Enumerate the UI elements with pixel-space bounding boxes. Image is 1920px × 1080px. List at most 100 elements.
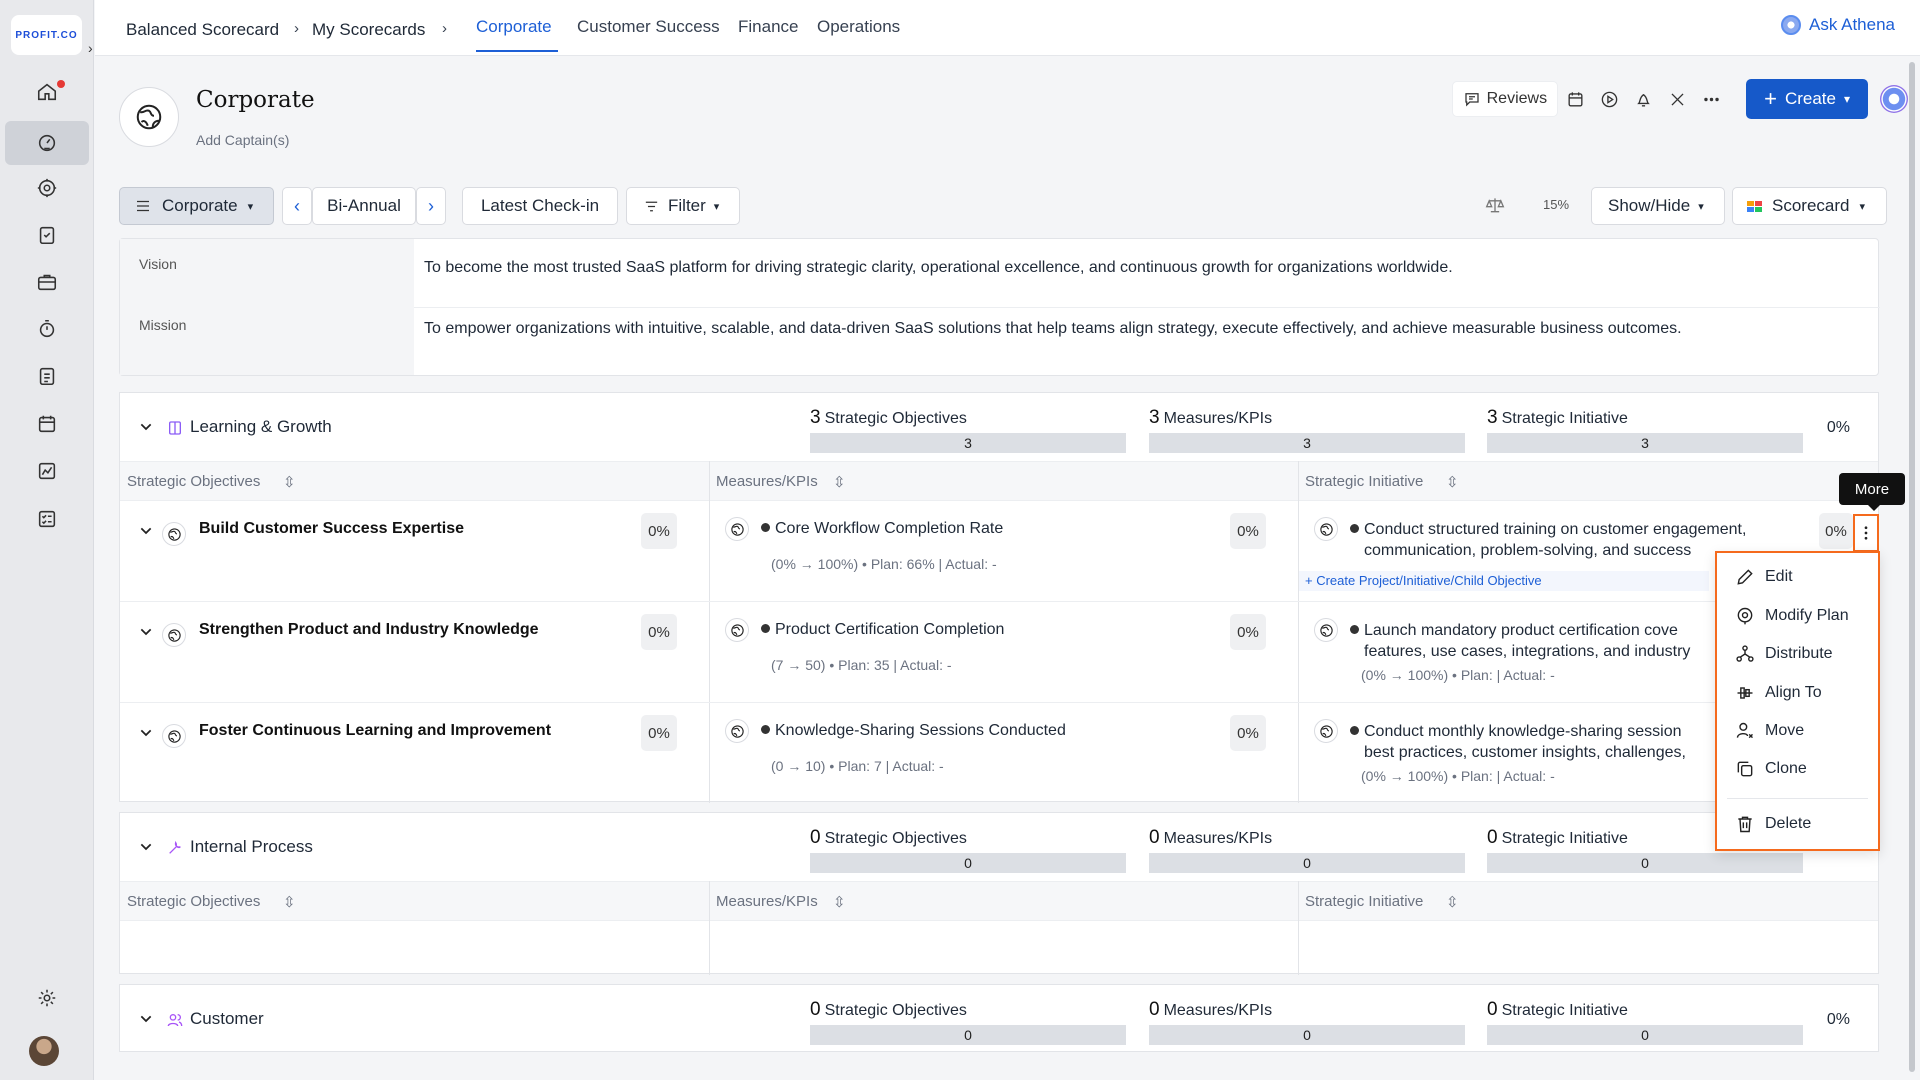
calendar-nav[interactable]	[5, 402, 89, 446]
status-dot	[761, 523, 770, 532]
row-more-button[interactable]	[1853, 514, 1879, 552]
kpi-title[interactable]: Product Certification Completion	[761, 621, 1004, 639]
chevron-down-icon[interactable]	[138, 1011, 154, 1027]
tab-finance[interactable]: Finance	[738, 17, 798, 37]
top-nav: Balanced Scorecard › My Scorecards › Cor…	[95, 0, 1920, 56]
mission-label: Mission	[139, 317, 187, 333]
initiative-title-line2: best practices, customer insights, chall…	[1364, 744, 1686, 761]
create-project-link[interactable]: + Create Project/Initiative/Child Object…	[1299, 571, 1709, 591]
analytics-nav[interactable]	[5, 449, 89, 493]
chevron-down-icon: ▾	[247, 200, 254, 213]
athena-assistant-icon[interactable]	[1880, 85, 1908, 113]
filter-button[interactable]: Filter ▾	[626, 187, 740, 225]
mission-text[interactable]: To empower organizations with intuitive,…	[424, 320, 1682, 338]
objective-title[interactable]: Foster Continuous Learning and Improveme…	[199, 722, 551, 740]
col-kpis[interactable]: Measures/KPIs	[716, 893, 818, 910]
breadcrumb-balanced-scorecard[interactable]: Balanced Scorecard	[126, 20, 279, 40]
show-hide-button[interactable]: Show/Hide ▾	[1591, 187, 1725, 225]
chevron-down-icon[interactable]	[138, 419, 154, 435]
scorecard-nav[interactable]	[5, 121, 89, 165]
kpis-stat: 0 Measures/KPIs 0	[1149, 827, 1465, 873]
menu-item-align-to[interactable]: Align To	[1735, 681, 1822, 705]
sort-icon[interactable]: ⇳	[283, 893, 296, 911]
tab-operations[interactable]: Operations	[817, 17, 900, 37]
reviews-button[interactable]: Reviews	[1451, 81, 1559, 117]
breadcrumb-my-scorecards[interactable]: My Scorecards	[312, 20, 425, 40]
latest-checkin-button[interactable]: Latest Check-in	[462, 187, 618, 225]
checklist-nav[interactable]	[5, 497, 89, 541]
col-kpis[interactable]: Measures/KPIs	[716, 473, 818, 490]
sort-icon[interactable]: ⇳	[833, 893, 846, 911]
col-objectives[interactable]: Strategic Objectives	[127, 893, 260, 910]
vertical-scrollbar[interactable]	[1909, 62, 1915, 1072]
objectives-count: 0	[810, 827, 821, 848]
menu-item-clone[interactable]: Clone	[1735, 757, 1807, 781]
chevron-down-icon[interactable]	[138, 624, 154, 640]
ask-athena-button[interactable]: Ask Athena	[1780, 15, 1895, 35]
kpi-plan-info: (0 → 10) • Plan: 7 | Actual: -	[771, 758, 944, 774]
perspective-name[interactable]: Customer	[190, 1009, 264, 1029]
initiative-title-line2: features, use cases, integrations, and i…	[1364, 643, 1691, 660]
reports-nav[interactable]	[5, 354, 89, 398]
add-captains-link[interactable]: Add Captain(s)	[196, 132, 289, 148]
kpi-title[interactable]: Core Workflow Completion Rate	[761, 520, 1003, 538]
menu-icon	[137, 200, 149, 212]
period-label: Bi-Annual	[327, 196, 401, 215]
prev-period-button[interactable]: ‹	[282, 187, 312, 225]
kpis-count: 0	[1149, 999, 1160, 1020]
period-selector[interactable]: Bi-Annual	[312, 187, 416, 225]
tab-corporate[interactable]: Corporate	[476, 17, 552, 37]
chevron-down-icon[interactable]	[138, 839, 154, 855]
perspective-name[interactable]: Internal Process	[190, 837, 313, 857]
sort-icon[interactable]: ⇳	[283, 473, 296, 491]
scorecard-globe-avatar[interactable]	[119, 87, 179, 147]
calendar-button[interactable]	[1558, 81, 1592, 117]
calendar-icon	[1568, 91, 1583, 107]
view-selector[interactable]: Scorecard ▾	[1732, 187, 1887, 225]
initiative-title[interactable]: Launch mandatory product certification c…	[1350, 620, 1714, 641]
menu-item-modify-plan[interactable]: Modify Plan	[1735, 604, 1849, 628]
menu-item-move[interactable]: Move	[1735, 719, 1804, 743]
menu-item-edit[interactable]: Edit	[1735, 565, 1793, 589]
notify-button[interactable]	[1626, 81, 1660, 117]
weightage-button[interactable]	[1485, 195, 1505, 220]
collapse-button[interactable]	[1660, 81, 1694, 117]
objective-title[interactable]: Strengthen Product and Industry Knowledg…	[199, 621, 539, 639]
play-button[interactable]	[1592, 81, 1626, 117]
next-period-button[interactable]: ›	[416, 187, 446, 225]
create-button[interactable]: + Create ▾	[1746, 79, 1868, 119]
settings-nav[interactable]	[5, 976, 89, 1020]
col-objectives[interactable]: Strategic Objectives	[127, 473, 260, 490]
objective-title[interactable]: Build Customer Success Expertise	[199, 520, 464, 538]
projects-nav[interactable]	[5, 260, 89, 304]
initiative-title[interactable]: Conduct monthly knowledge-sharing sessio…	[1350, 721, 1714, 742]
scorecard-selector[interactable]: Corporate ▾	[119, 187, 274, 225]
kebab-icon	[1864, 526, 1868, 540]
home-nav[interactable]	[5, 70, 89, 114]
distribute-icon	[1736, 645, 1754, 662]
perspective-name[interactable]: Learning & Growth	[190, 417, 332, 437]
sort-icon[interactable]: ⇳	[1446, 473, 1459, 491]
menu-item-distribute[interactable]: Distribute	[1735, 642, 1833, 666]
tab-customer-success[interactable]: Customer Success	[577, 17, 720, 37]
kpi-title[interactable]: Knowledge-Sharing Sessions Conducted	[761, 722, 1066, 740]
timer-nav[interactable]	[5, 307, 89, 351]
status-dot	[761, 725, 770, 734]
kpi-title-text: Knowledge-Sharing Sessions Conducted	[775, 722, 1066, 739]
sort-icon[interactable]: ⇳	[833, 473, 846, 491]
tasks-nav[interactable]	[5, 213, 89, 257]
vision-text[interactable]: To become the most trusted SaaS platform…	[424, 259, 1453, 277]
okr-nav[interactable]	[5, 166, 89, 210]
sort-icon[interactable]: ⇳	[1446, 893, 1459, 911]
briefcase-icon	[37, 274, 57, 291]
col-initiatives[interactable]: Strategic Initiative	[1305, 473, 1423, 490]
chevron-down-icon[interactable]	[138, 725, 154, 741]
show-hide-label: Show/Hide	[1608, 196, 1691, 215]
col-initiatives[interactable]: Strategic Initiative	[1305, 893, 1423, 910]
initiative-title[interactable]: Conduct structured training on customer …	[1350, 519, 1810, 540]
user-avatar[interactable]	[29, 1036, 59, 1066]
profit-co-logo[interactable]: PROFIT.CO	[11, 15, 82, 55]
chevron-down-icon[interactable]	[138, 523, 154, 539]
menu-item-delete[interactable]: Delete	[1735, 812, 1811, 836]
more-options-button[interactable]	[1694, 81, 1728, 117]
